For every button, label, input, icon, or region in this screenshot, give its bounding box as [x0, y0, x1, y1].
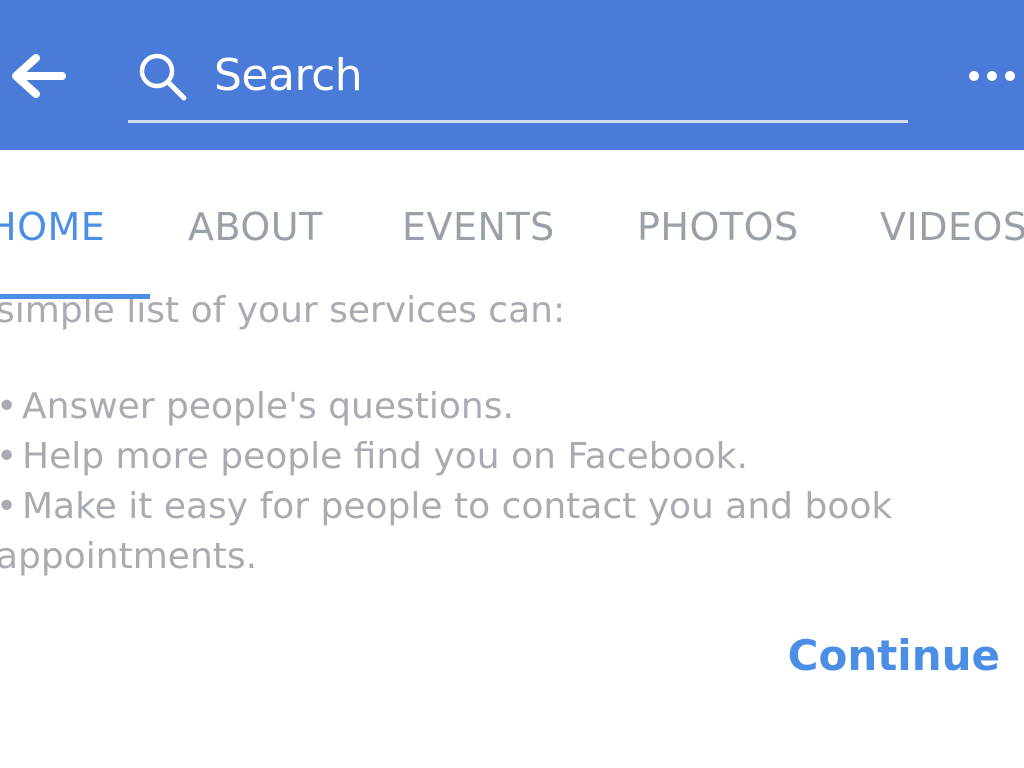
arrow-left-icon: [12, 54, 66, 98]
dialog-content: simple list of your services can: •Answe…: [0, 282, 1024, 768]
active-tab-indicator: [0, 294, 150, 299]
tab-videos[interactable]: VIDEOS: [880, 200, 1024, 254]
search-underline: [128, 120, 908, 123]
list-item: •Make it easy for people to contact you …: [0, 482, 892, 532]
search-input[interactable]: Search: [128, 40, 908, 124]
bullet-marker: •: [0, 382, 22, 432]
list-item-continuation: appointments.: [0, 536, 258, 577]
more-dots-icon: [969, 71, 1015, 81]
more-options-button[interactable]: [962, 52, 1022, 100]
services-list: •Answer people's questions. •Help more p…: [0, 382, 892, 582]
tab-home[interactable]: HOME: [0, 200, 105, 254]
search-icon: [139, 53, 187, 101]
list-item-text: Answer people's questions.: [22, 386, 514, 427]
tab-photos[interactable]: PHOTOS: [637, 200, 799, 254]
search-placeholder: Search: [214, 50, 363, 101]
list-item-text: Help more people find you on Facebook.: [22, 436, 748, 477]
top-app-bar: Search: [0, 0, 1024, 150]
list-item: •Help more people find you on Facebook.: [0, 432, 892, 482]
bullet-marker: •: [0, 432, 22, 482]
list-item: •Answer people's questions.: [0, 382, 892, 432]
list-item-text: Make it easy for people to contact you a…: [22, 486, 893, 527]
bullet-marker: •: [0, 482, 22, 532]
tab-events[interactable]: EVENTS: [402, 200, 555, 254]
continue-button[interactable]: Continue: [788, 628, 1000, 684]
page-tabs: HOME ABOUT EVENTS PHOTOS VIDEOS: [0, 150, 1024, 300]
tab-about[interactable]: ABOUT: [188, 200, 323, 254]
back-button[interactable]: [8, 48, 68, 104]
